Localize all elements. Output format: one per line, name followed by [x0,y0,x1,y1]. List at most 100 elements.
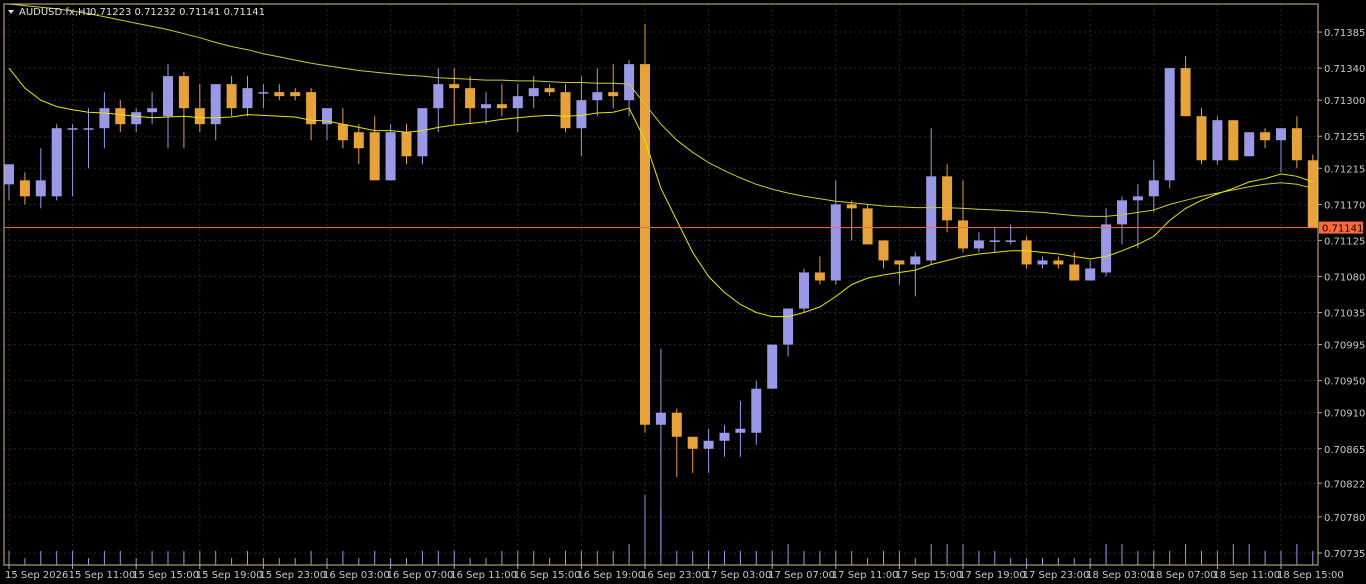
candle-body [401,132,412,157]
x-tick-label: 17 Sep 03:00 [705,570,772,581]
bear-candle [640,24,650,433]
candle-body [528,88,539,97]
bull-candle [1164,68,1175,189]
candle-body [512,96,523,109]
price-chart[interactable]: 0.71385 0.71340 0.71300 0.71255 0.71215 0.711… [0,0,1366,584]
candle-body [878,240,889,261]
x-tick-label: 18 Sep 07:00 [1150,570,1217,581]
candle-body [560,92,571,129]
y-tick-label: 0.70865 [1324,445,1365,456]
candle-body [35,180,46,197]
candle-body [465,88,476,109]
candle-body [544,88,555,93]
candle-body [481,104,491,109]
x-tick-label: 18 Sep 03:00 [1086,570,1153,581]
candle-body [496,104,507,109]
candle-body [830,204,841,281]
candle-body [1276,128,1286,141]
y-tick-label: 0.70995 [1324,341,1365,352]
candle-body [1053,260,1064,265]
candle-body [862,208,873,245]
y-tick-label: 0.71300 [1324,96,1365,107]
y-tick-label: 0.71255 [1324,132,1365,143]
candle-body [1180,68,1191,117]
candle-body [290,92,301,97]
candle-body [1244,132,1255,157]
candle-body [655,412,666,425]
candle-body [417,108,428,157]
x-tick-label: 16 Sep 07:00 [387,570,454,581]
candle-body [671,412,682,437]
candle-body [226,84,237,109]
bull-candle [1212,116,1223,165]
candle-body [1228,120,1239,161]
chart-header: AUDUSD.fx,H1 0.71223 0.71232 0.71141 0.7… [8,7,265,18]
candle-body [242,88,253,109]
x-tick-label: 16 Sep 23:00 [641,570,708,581]
bull-candle [799,268,809,313]
x-tick-label: 17 Sep 15:00 [895,570,962,581]
symbol-label: AUDUSD.fx,H1 [19,7,92,18]
candle-body [83,128,94,130]
candle-body [814,272,825,281]
x-tick-label: 18 Sep 11:00 [1213,570,1280,581]
y-tick-label: 0.71035 [1324,309,1365,320]
candle-body [99,108,110,129]
candle-body [369,132,380,181]
y-tick-label: 0.70950 [1324,377,1365,388]
candle-body [1069,264,1080,281]
bear-candle [862,204,873,245]
candle-body [67,128,78,130]
x-tick-label: 16 Sep 15:00 [514,570,581,581]
y-tick-label: 0.71125 [1324,236,1365,247]
candle-body [783,308,794,345]
candle-body [687,436,698,449]
candle-body [1085,268,1096,281]
candle-body [719,432,730,441]
candle-body [1101,224,1112,273]
candle-body [1148,180,1159,197]
candle-body [1132,196,1143,201]
y-tick-label: 0.70910 [1324,409,1365,420]
candle-body [1021,240,1032,265]
candle-body [449,84,460,89]
y-tick-label: 0.70735 [1324,549,1365,560]
bull-candle [767,344,778,389]
x-tick-label: 15 Sep 11:00 [69,570,136,581]
x-tick-label: 15 Sep 23:00 [259,570,326,581]
candle-body [735,428,746,433]
bear-candle [1021,236,1032,269]
bull-candle [51,124,62,201]
candle-body [751,388,762,433]
price-tag-label: 0.71141 [1322,224,1363,235]
bear-candle [1307,154,1318,228]
candle-body [131,112,142,125]
candle-body [973,240,984,249]
y-tick-label: 0.71170 [1324,200,1365,211]
candle-body [1164,68,1175,181]
candle-body [385,132,396,181]
candle-body [433,84,444,109]
candle-body [894,260,905,265]
ohlc-label: 0.71223 0.71232 0.71141 0.71141 [90,7,265,18]
x-tick-label: 16 Sep 19:00 [577,570,644,581]
candle-body [194,108,205,125]
x-tick-label: 17 Sep 23:00 [1023,570,1090,581]
y-tick-label: 0.71080 [1324,272,1365,283]
candle-body [576,100,587,129]
candle-body [337,124,348,141]
candle-body [274,92,285,97]
candle-body [4,164,14,185]
x-tick-label: 17 Sep 07:00 [768,570,835,581]
bull-candle [385,124,396,181]
candle-body [767,344,778,389]
candle-body [989,240,1000,242]
candle-body [1260,132,1271,141]
y-tick-label: 0.70822 [1324,479,1365,490]
bull-candle [1244,132,1255,157]
candle-body [640,64,650,425]
candle-body [19,180,30,197]
x-tick-label: 15 Sep 19:00 [196,570,263,581]
candle-body [1037,260,1048,265]
x-tick-label: 17 Sep 19:00 [959,570,1026,581]
